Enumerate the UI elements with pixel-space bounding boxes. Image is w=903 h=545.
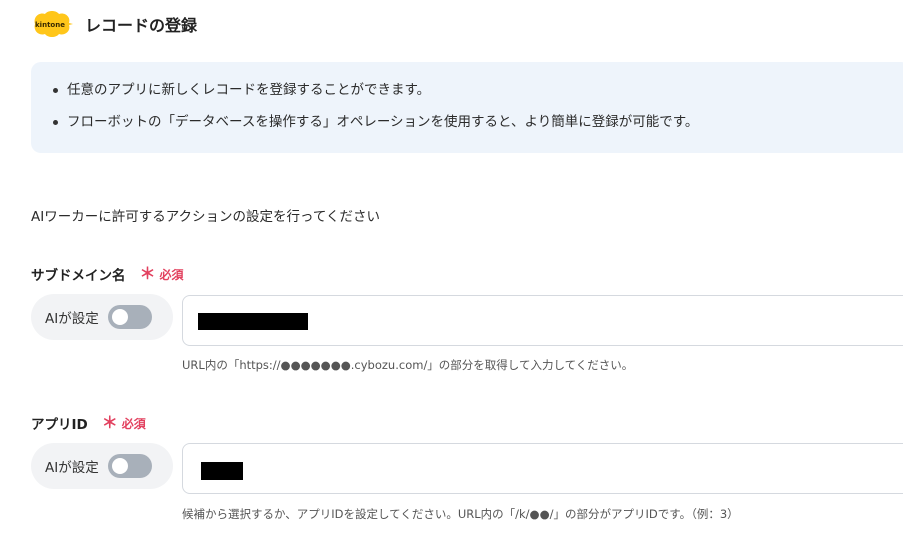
required-text: 必須 <box>159 267 184 282</box>
required-star-icon: ＊ <box>101 413 118 432</box>
toggle-knob <box>111 458 128 474</box>
ai-setting-toggle-subdomain[interactable]: AIが設定 <box>31 294 173 340</box>
ai-toggle-switch[interactable] <box>107 305 152 329</box>
info-box: 任意のアプリに新しくレコードを登録することができます。 フローボットの「データベ… <box>31 62 903 153</box>
ai-setting-toggle-app-id[interactable]: AIが設定 <box>31 443 173 489</box>
app-id-label: アプリID ＊ 必須 <box>31 413 146 434</box>
info-item: 任意のアプリに新しくレコードを登録することができます。 <box>53 82 903 98</box>
field-label-text: アプリID <box>31 417 88 433</box>
subdomain-hint: URL内の「https://●●●●●●●.cybozu.com/」の部分を取得… <box>182 358 634 372</box>
app-id-input[interactable] <box>182 443 903 494</box>
app-id-hint: 候補から選択するか、アプリIDを設定してください。URL内の「/k/●●/」の部… <box>182 507 739 521</box>
page-title: レコードの登録 <box>85 16 198 35</box>
required-badge: ＊ 必須 <box>102 415 146 432</box>
field-label-text: サブドメイン名 <box>31 268 126 284</box>
ai-setting-label: AIが設定 <box>45 311 99 327</box>
required-star-icon: ＊ <box>139 264 156 283</box>
section-description: AIワーカーに許可するアクションの設定を行ってください <box>31 209 380 225</box>
subdomain-label: サブドメイン名 ＊ 必須 <box>31 264 184 285</box>
ai-toggle-switch[interactable] <box>107 454 152 478</box>
required-text: 必須 <box>121 416 146 431</box>
info-item: フローボットの「データベースを操作する」オペレーションを使用すると、より簡単に登… <box>53 114 903 130</box>
ai-setting-label: AIが設定 <box>45 460 99 476</box>
header: kintone レコードの登録 <box>31 8 197 40</box>
toggle-knob <box>111 309 128 325</box>
info-list: 任意のアプリに新しくレコードを登録することができます。 フローボットの「データベ… <box>51 82 903 130</box>
subdomain-input[interactable] <box>182 295 903 346</box>
redacted-value <box>198 313 308 330</box>
logo-text: kintone <box>35 20 65 29</box>
kintone-logo: kintone <box>31 9 73 39</box>
required-badge: ＊ 必須 <box>140 266 184 283</box>
redacted-value <box>201 462 243 480</box>
